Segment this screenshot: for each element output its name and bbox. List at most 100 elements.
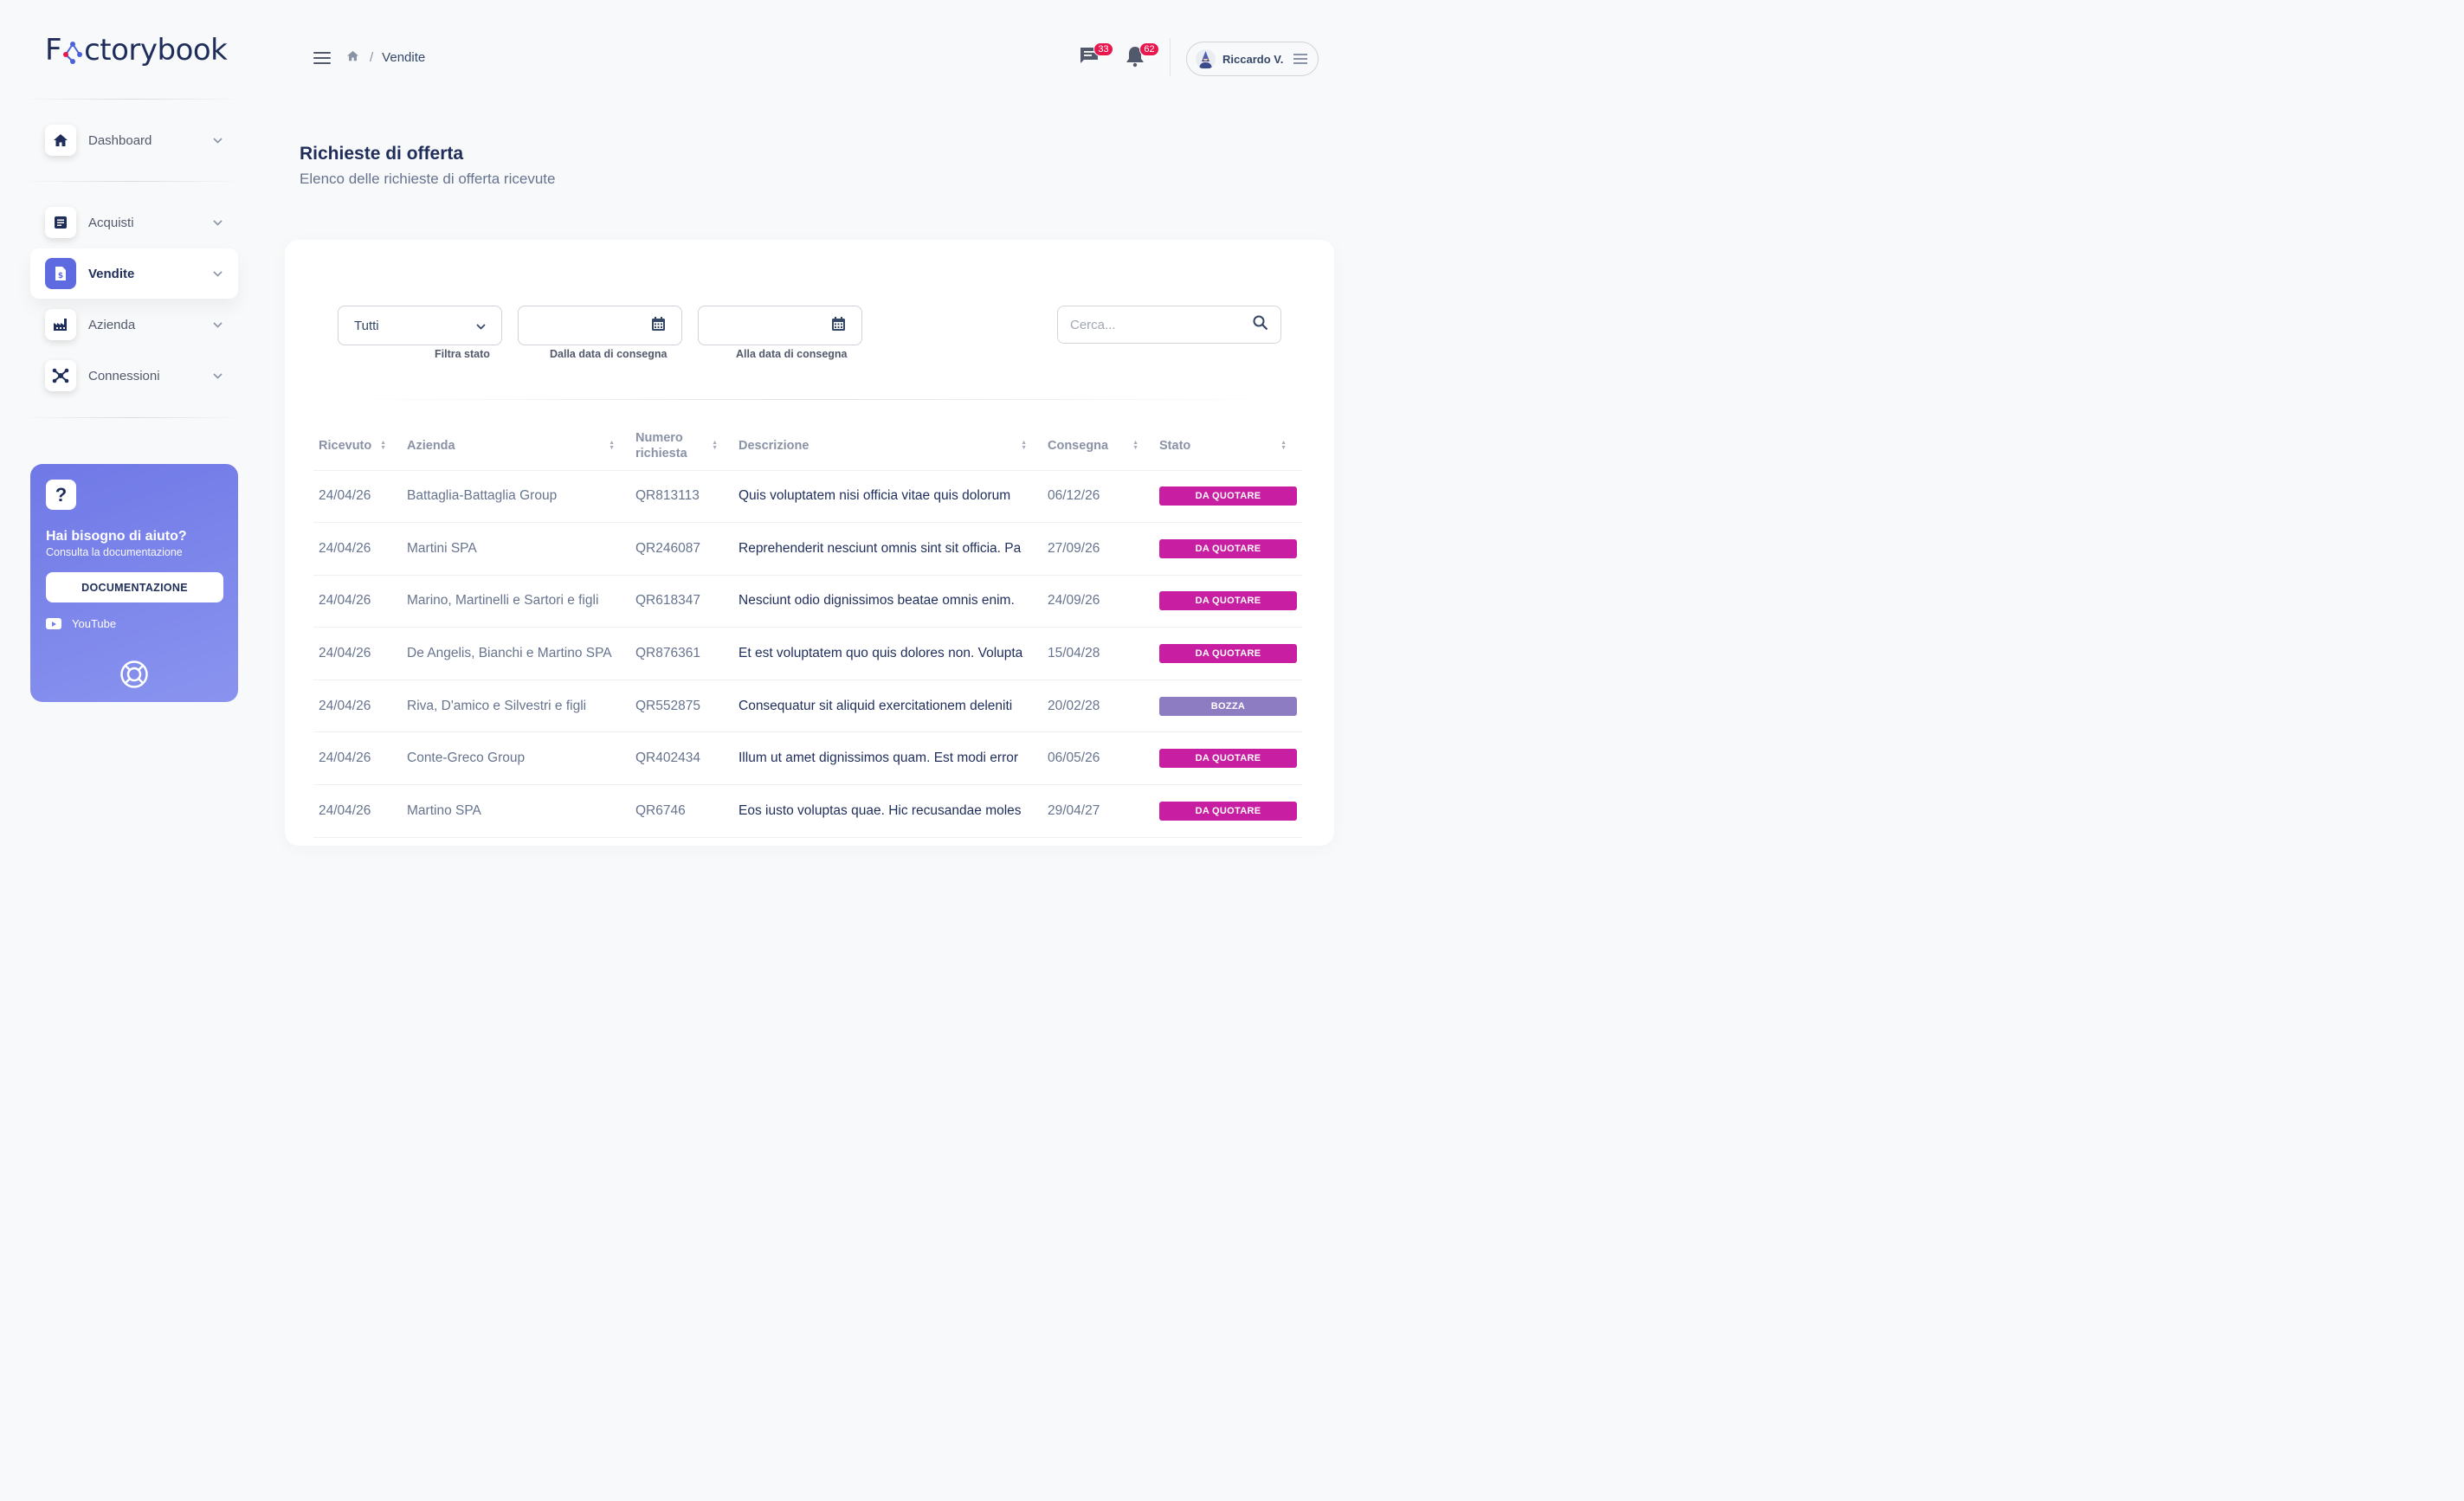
cell-ricevuto: 24/04/26 — [313, 470, 402, 524]
svg-text:$: $ — [58, 272, 63, 280]
avatar — [1196, 48, 1216, 69]
chat-icon — [1079, 48, 1100, 69]
description-text: Nesciunt odio dignissimos beatae omnis e… — [739, 593, 1015, 609]
sidebar-item-azienda[interactable]: Azienda — [30, 300, 238, 350]
status-badge: DA QUOTARE — [1159, 644, 1297, 664]
home-icon — [45, 125, 76, 156]
sort-icon[interactable]: ▲ ▼ — [1132, 440, 1138, 451]
cell-azienda: Martino SPA — [402, 784, 630, 838]
invoice-dollar-icon: $ — [45, 258, 76, 289]
cell-numero: QR402434 — [630, 731, 733, 786]
youtube-link[interactable]: YouTube — [46, 617, 223, 630]
calendar-icon[interactable] — [831, 316, 846, 335]
menu-toggle-icon[interactable] — [313, 52, 331, 68]
notifications-button[interactable]: 62 — [1125, 42, 1159, 72]
table-row[interactable]: 24/04/26 Marino, Martinelli e Sartori e … — [313, 575, 1302, 628]
factorybook-logo[interactable]: F ctorybook — [45, 33, 228, 68]
table-row[interactable]: 24/04/26 Riva, D'amico e Silvestri e fig… — [313, 680, 1302, 733]
sidebar-item-vendite[interactable]: $ Vendite — [30, 248, 238, 299]
question-icon: ? — [46, 480, 76, 510]
cell-consegna: 24/09/26 — [1042, 575, 1154, 628]
cell-consegna: 20/02/28 — [1042, 680, 1154, 733]
documentation-button[interactable]: DOCUMENTAZIONE — [46, 572, 223, 602]
column-header-stato[interactable]: Stato ▲ ▼ — [1154, 422, 1302, 471]
calendar-icon[interactable] — [651, 316, 666, 335]
cell-descrizione: Eos iusto voluptas quae. Hic recusandae … — [733, 784, 1042, 838]
table-row[interactable]: 24/04/26 Battaglia-Battaglia Group QR813… — [313, 470, 1302, 524]
sidebar-item-label: Connessioni — [88, 368, 160, 383]
cell-consegna: 06/12/26 — [1042, 470, 1154, 524]
status-filter-select[interactable]: Tutti — [338, 306, 502, 345]
cell-numero: QR6746 — [630, 784, 733, 838]
sort-icon[interactable]: ▲ ▼ — [712, 440, 718, 451]
logo-network-icon — [61, 35, 84, 65]
status-badge: DA QUOTARE — [1159, 749, 1297, 769]
from-date-field[interactable] — [518, 306, 682, 345]
cell-ricevuto: 24/04/26 — [313, 627, 402, 680]
sidebar-divider — [17, 417, 244, 418]
user-name: Riccardo V. — [1222, 52, 1284, 66]
cell-azienda: Battaglia-Battaglia Group — [402, 470, 630, 524]
notifications-badge: 62 — [1139, 42, 1159, 56]
sidebar-item-label: Dashboard — [88, 132, 152, 148]
cell-ricevuto: 24/04/26 — [313, 731, 402, 786]
column-label: Stato — [1159, 438, 1191, 453]
sort-icon[interactable]: ▲ ▼ — [609, 440, 615, 451]
from-date-label: Dalla data di consegna — [550, 348, 668, 360]
search-icon[interactable] — [1253, 315, 1268, 335]
description-text: Eos iusto voluptas quae. Hic recusandae … — [739, 802, 1022, 818]
chevron-down-icon — [213, 216, 223, 229]
breadcrumb-separator: / — [370, 50, 374, 65]
status-filter-label: Filtra stato — [435, 348, 490, 360]
column-header-numero-richiesta[interactable]: Numero richiesta ▲ ▼ — [630, 422, 733, 471]
cell-ricevuto: 24/04/26 — [313, 680, 402, 733]
sidebar-item-dashboard[interactable]: Dashboard — [30, 115, 238, 165]
cell-consegna: 27/09/26 — [1042, 522, 1154, 576]
column-header-azienda[interactable]: Azienda ▲ ▼ — [402, 422, 630, 471]
home-icon[interactable] — [346, 50, 359, 65]
messages-badge: 33 — [1093, 42, 1113, 56]
cell-ricevuto: 24/04/26 — [313, 784, 402, 838]
column-header-descrizione[interactable]: Descrizione ▲ ▼ — [733, 422, 1042, 471]
card-divider — [338, 399, 1281, 400]
cell-descrizione: Illum ut amet dignissimos quam. Est modi… — [733, 731, 1042, 786]
sort-icon[interactable]: ▲ ▼ — [380, 440, 386, 451]
status-badge: DA QUOTARE — [1159, 538, 1297, 558]
topbar-divider — [1170, 38, 1171, 76]
cell-numero: QR552875 — [630, 680, 733, 733]
help-title: Hai bisogno di aiuto? — [46, 529, 187, 544]
user-menu-button[interactable]: Riccardo V. — [1186, 42, 1319, 76]
column-header-ricevuto[interactable]: Ricevuto ▲ ▼ — [313, 422, 402, 471]
requests-table: Ricevuto ▲ ▼ Azienda ▲ ▼ Numero richiesta ▲ ▼ … — [313, 422, 1302, 838]
messages-button[interactable]: 33 — [1079, 42, 1113, 70]
menu-icon — [1293, 51, 1307, 67]
description-text: Reprehenderit nesciunt omnis sint sit of… — [739, 540, 1022, 556]
cell-azienda: Riva, D'amico e Silvestri e figli — [402, 680, 630, 733]
status-badge: DA QUOTARE — [1159, 801, 1297, 821]
page-title: Richieste di offerta — [300, 144, 464, 164]
cell-descrizione: Nesciunt odio dignissimos beatae omnis e… — [733, 575, 1042, 628]
search-field[interactable] — [1057, 306, 1281, 344]
cell-consegna: 06/05/26 — [1042, 731, 1154, 786]
chevron-down-icon — [476, 319, 486, 333]
cell-azienda: Marino, Martinelli e Sartori e figli — [402, 575, 630, 628]
status-filter-value: Tutti — [354, 318, 379, 333]
page-subtitle: Elenco delle richieste di offerta ricevu… — [300, 171, 556, 187]
column-header-consegna[interactable]: Consegna ▲ ▼ — [1042, 422, 1154, 471]
table-row[interactable]: 24/04/26 Martini SPA QR246087 Reprehende… — [313, 522, 1302, 576]
to-date-field[interactable] — [698, 306, 862, 345]
sidebar-item-acquisti[interactable]: Acquisti — [30, 197, 238, 248]
table-row[interactable]: 24/04/26 De Angelis, Bianchi e Martino S… — [313, 627, 1302, 680]
breadcrumb-current: Vendite — [382, 50, 426, 65]
sidebar-item-connessioni[interactable]: Connessioni — [30, 351, 238, 401]
youtube-label: YouTube — [72, 617, 117, 630]
table-row[interactable]: 24/04/26 Conte-Greco Group QR402434 Illu… — [313, 731, 1302, 786]
youtube-icon — [46, 618, 61, 629]
lifebuoy-icon[interactable] — [119, 660, 149, 693]
search-input[interactable] — [1070, 317, 1253, 332]
cell-azienda: Conte-Greco Group — [402, 731, 630, 786]
sort-icon[interactable]: ▲ ▼ — [1280, 440, 1287, 451]
table-row[interactable]: 24/04/26 Martino SPA QR6746 Eos iusto vo… — [313, 784, 1302, 838]
sort-icon[interactable]: ▲ ▼ — [1021, 440, 1027, 451]
chevron-down-icon — [213, 370, 223, 382]
